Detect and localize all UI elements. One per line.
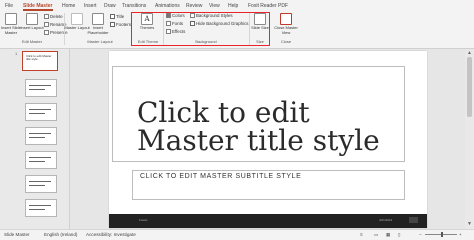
delete-button[interactable]: Delete — [44, 14, 63, 20]
rename-icon — [44, 22, 49, 27]
zoom-slider-handle[interactable] — [441, 232, 443, 237]
thumbnail-title-text: Click to edit Master title style — [26, 54, 52, 62]
checkbox-icon — [110, 22, 115, 27]
scrollbar-thumb[interactable] — [467, 57, 472, 117]
tab-help[interactable]: Help — [228, 2, 238, 11]
insert-layout-button[interactable]: Insert Layout — [20, 13, 44, 37]
insert-placeholder-icon — [92, 13, 104, 25]
close-master-view-button[interactable]: Close Master View — [274, 13, 298, 37]
slide-title[interactable]: Click to edit Master title style — [137, 99, 407, 155]
reading-view-icon[interactable]: ▯ — [398, 230, 401, 240]
vertical-scrollbar[interactable]: ▲ ▼ — [465, 49, 474, 229]
status-view-name: Slide Master — [4, 232, 30, 237]
placeholder-line — [29, 113, 45, 115]
master-layout-icon — [71, 13, 83, 25]
notes-icon[interactable]: ≡ — [360, 230, 363, 240]
slide-canvas[interactable]: Click to edit Master title style CLICK T… — [109, 51, 427, 228]
thumbnail-layout[interactable] — [25, 175, 57, 193]
group-label-edit-master: Edit Master — [21, 39, 43, 44]
placeholder-line — [29, 209, 45, 211]
tab-file[interactable]: File — [5, 2, 13, 11]
tab-review[interactable]: Review — [186, 2, 202, 11]
thumbnail-layout[interactable] — [25, 79, 57, 97]
placeholder-line — [29, 181, 51, 183]
insert-placeholder-button[interactable]: Insert Placeholder — [87, 13, 109, 37]
zoom-in-icon[interactable]: + — [459, 230, 462, 240]
tab-view[interactable]: View — [209, 2, 220, 11]
group-label-close: Close — [280, 39, 292, 44]
tab-draw[interactable]: Draw — [104, 2, 116, 11]
background-styles-icon — [190, 13, 195, 18]
powerpoint-window: File Slide Master Home Insert Draw Trans… — [0, 0, 474, 240]
thumbnail-layout[interactable] — [25, 199, 57, 217]
placeholder-line — [29, 133, 51, 135]
preserve-icon — [44, 30, 49, 35]
checkbox-icon — [110, 14, 115, 19]
placeholder-line — [29, 109, 51, 111]
insert-layout-icon — [26, 13, 38, 25]
insert-slide-master-icon — [5, 13, 17, 25]
tab-insert[interactable]: Insert — [84, 2, 97, 11]
master-layout-button[interactable]: Master Layout — [64, 13, 90, 37]
ribbon-separator — [163, 13, 164, 45]
hide-background-graphics-checkbox[interactable]: Hide Background Graphics — [190, 21, 248, 27]
checkbox-icon — [190, 21, 195, 26]
footer-placeholder[interactable]: Footer — [139, 218, 148, 222]
effects-icon — [166, 29, 171, 34]
background-styles-dropdown[interactable]: Background Styles — [190, 13, 233, 19]
status-language[interactable]: English (Ireland) — [44, 230, 77, 240]
delete-icon — [44, 14, 49, 19]
tab-foxit-reader-pdf[interactable]: Foxit Reader PDF — [248, 2, 288, 11]
effects-dropdown[interactable]: Effects — [166, 29, 185, 35]
themes-icon: A — [141, 13, 153, 25]
slide-size-icon — [254, 13, 266, 25]
colors-dropdown[interactable]: Colors — [166, 13, 185, 19]
close-icon — [280, 13, 292, 25]
slide-sorter-icon[interactable]: ▦ — [386, 230, 390, 240]
scroll-up-icon[interactable]: ▲ — [466, 50, 473, 56]
colors-icon — [166, 13, 171, 18]
placeholder-line — [29, 85, 51, 87]
placeholder-line — [29, 89, 45, 91]
slide-thumbnails-pane: 1 Click to edit Master title style — [0, 49, 70, 229]
placeholder-line — [29, 137, 45, 139]
group-label-background: Background — [195, 39, 217, 44]
thumbnail-layout[interactable] — [25, 103, 57, 121]
zoom-out-icon[interactable]: − — [419, 230, 422, 240]
placeholder-line — [29, 205, 51, 207]
fonts-icon — [166, 21, 171, 26]
themes-button[interactable]: A Themes — [137, 13, 157, 37]
tab-transitions[interactable]: Transitions — [122, 2, 146, 11]
date-placeholder[interactable]: 4/21/2021 — [379, 218, 392, 222]
slide-number-placeholder[interactable] — [409, 217, 418, 223]
normal-view-icon[interactable]: ▭ — [374, 230, 378, 240]
placeholder-line — [29, 161, 45, 163]
insert-slide-master-button[interactable]: Insert Slide Master — [1, 13, 21, 37]
fonts-dropdown[interactable]: Fonts — [166, 21, 183, 27]
group-label-size: Size — [256, 39, 264, 44]
thumbnail-layout[interactable] — [25, 151, 57, 169]
status-accessibility[interactable]: Accessibility: Investigate — [86, 230, 136, 240]
title-checkbox[interactable]: Title — [110, 14, 124, 20]
placeholder-line — [29, 185, 45, 187]
status-bar: Slide Master English (Ireland) Accessibi… — [0, 229, 474, 240]
thumbnail-master[interactable]: Click to edit Master title style — [22, 51, 58, 71]
slide-subtitle[interactable]: CLICK TO EDIT MASTER SUBTITLE STYLE — [140, 173, 301, 180]
slide-size-button[interactable]: Slide Size — [250, 13, 270, 37]
tab-home[interactable]: Home — [62, 2, 75, 11]
tab-animations[interactable]: Animations — [155, 2, 180, 11]
ribbon: Insert Slide Master Insert Layout Delete… — [0, 11, 474, 49]
placeholder-line — [29, 157, 51, 159]
scroll-down-icon[interactable]: ▼ — [466, 221, 473, 227]
footers-checkbox[interactable]: Footers — [110, 22, 131, 28]
group-label-edit-theme: Edit Theme — [137, 39, 159, 44]
thumbnail-number: 1 — [15, 51, 18, 56]
thumbnail-layout[interactable] — [25, 127, 57, 145]
group-label-master-layout: Master Layout — [87, 39, 113, 44]
ribbon-tabs: File Slide Master Home Insert Draw Trans… — [0, 0, 474, 11]
footer-band: Footer 4/21/2021 — [109, 214, 427, 228]
